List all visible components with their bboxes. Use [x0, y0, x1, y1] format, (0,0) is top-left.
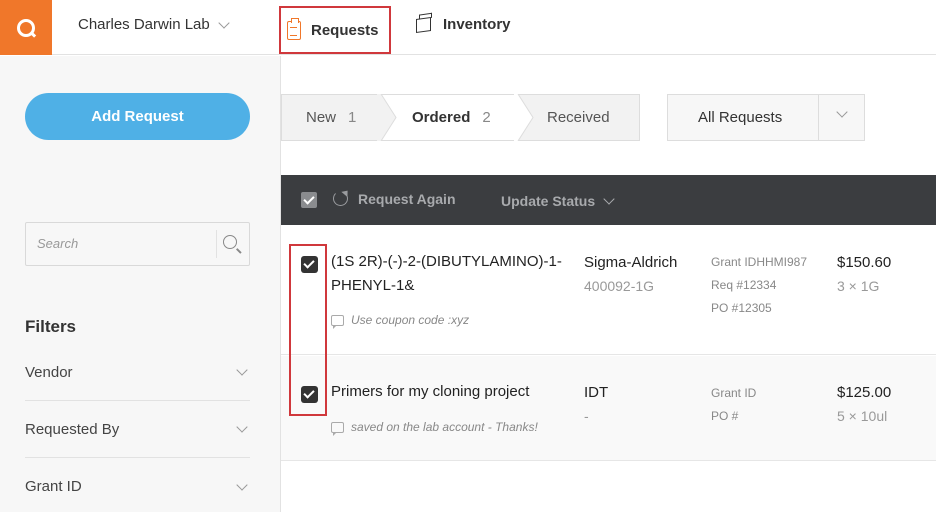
main-empty-area: [281, 462, 936, 512]
item-name[interactable]: (1S 2R)-(-)-2-(DIBUTYLAMINO)-1-PHENYL-1&: [331, 250, 571, 298]
filter-label: Vendor: [25, 363, 73, 381]
search-divider: [216, 230, 217, 258]
quartzy-logo-icon: [17, 18, 35, 37]
tab-arrow-separator: [514, 94, 534, 141]
request-again-button[interactable]: Request Again: [358, 191, 456, 207]
filter-label: Requested By: [25, 420, 120, 438]
note-text: Use coupon code :xyz: [351, 313, 470, 327]
chevron-down-icon: [218, 16, 230, 29]
req-number: Req #12334: [711, 278, 777, 292]
grant-id: Grant ID: [711, 386, 757, 400]
top-nav: Charles Darwin Lab Requests Inventory: [0, 0, 936, 55]
request-meta: Grant ID PO #: [711, 382, 756, 428]
refresh-icon: [333, 191, 348, 206]
tab-label: Received: [547, 109, 610, 126]
quantity: 5 × 10ul: [837, 408, 888, 424]
app-logo[interactable]: [0, 0, 52, 55]
box-icon: [416, 16, 431, 33]
po-number: PO #: [711, 409, 739, 423]
price: $125.00: [837, 384, 892, 401]
nav-requests-tab[interactable]: Requests: [279, 6, 391, 54]
update-status-dropdown[interactable]: Update Status: [501, 193, 615, 209]
filter-vendor[interactable]: Vendor: [25, 344, 250, 401]
table-row[interactable]: Primers for my cloning project saved on …: [281, 356, 936, 461]
catalog-number: -: [584, 408, 589, 424]
tab-label: Ordered: [412, 109, 471, 126]
vendor-name: Sigma-Aldrich: [584, 254, 678, 271]
price: $150.60: [837, 254, 892, 271]
request-filter-select[interactable]: All Requests: [667, 94, 865, 141]
po-number: PO #12305: [711, 301, 772, 315]
request-note: Use coupon code :xyz: [331, 313, 470, 329]
request-meta: Grant IDHHMI987 Req #12334 PO #12305: [711, 251, 807, 320]
chevron-down-icon: [236, 421, 248, 433]
table-row[interactable]: (1S 2R)-(-)-2-(DIBUTYLAMINO)-1-PHENYL-1&…: [281, 226, 936, 355]
tab-ordered[interactable]: Ordered 2: [381, 94, 518, 141]
search-placeholder: Search: [37, 236, 79, 251]
filter-grant-id[interactable]: Grant ID: [25, 458, 250, 512]
chevron-down-icon: [603, 193, 615, 205]
filter-requested-by[interactable]: Requested By: [25, 401, 250, 458]
comment-icon: [331, 421, 344, 436]
tab-received[interactable]: Received: [518, 94, 640, 141]
comment-icon: [331, 314, 344, 329]
status-tabs: New 1 Ordered 2 Received: [281, 94, 640, 141]
nav-inventory-tab[interactable]: Inventory: [416, 16, 511, 33]
lab-switcher[interactable]: Charles Darwin Lab: [78, 16, 230, 33]
tab-count: 2: [482, 109, 491, 126]
vendor-name: IDT: [584, 384, 609, 401]
tab-new[interactable]: New 1: [281, 94, 381, 141]
bulk-actions-toolbar: Request Again Update Status: [281, 175, 936, 225]
filter-label: Grant ID: [25, 478, 82, 495]
grant-id: Grant IDHHMI987: [711, 255, 808, 269]
clipboard-icon: [287, 17, 301, 40]
request-filter-value: All Requests: [698, 109, 783, 126]
lab-name: Charles Darwin Lab: [78, 16, 210, 33]
chevron-down-icon[interactable]: [836, 106, 848, 118]
nav-requests-label: Requests: [311, 21, 379, 39]
tab-arrow-separator: [377, 94, 397, 141]
update-status-label: Update Status: [501, 193, 596, 209]
select-all-checkbox[interactable]: [301, 192, 317, 208]
quantity: 3 × 1G: [837, 278, 880, 294]
filters-heading: Filters: [25, 317, 77, 336]
request-note: saved on the lab account - Thanks!: [331, 420, 538, 436]
search-icon[interactable]: [223, 235, 237, 249]
search-input[interactable]: Search: [25, 222, 250, 266]
nav-inventory-label: Inventory: [443, 16, 511, 33]
item-name[interactable]: Primers for my cloning project: [331, 380, 571, 404]
select-divider: [818, 95, 819, 140]
sidebar: Add Request Search Filters Vendor Reques…: [0, 56, 281, 512]
checkbox-column-highlight: [289, 244, 327, 416]
catalog-number: 400092-1G: [584, 278, 655, 294]
chevron-down-icon: [236, 478, 248, 491]
note-text: saved on the lab account - Thanks!: [351, 420, 538, 434]
chevron-down-icon: [236, 364, 248, 376]
tab-count: 1: [348, 109, 357, 126]
tab-label: New: [306, 109, 337, 126]
add-request-button[interactable]: Add Request: [25, 93, 250, 140]
